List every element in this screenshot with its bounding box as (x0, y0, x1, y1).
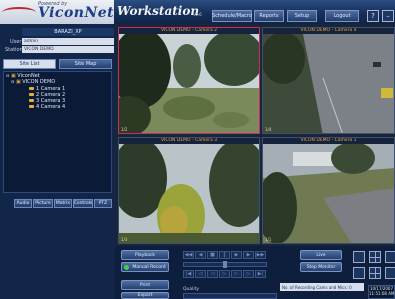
collapse-icon[interactable]: ⊟ (6, 73, 9, 78)
tab-ptz[interactable]: PTZ (94, 199, 112, 208)
tab-audio[interactable]: Audio (14, 199, 32, 208)
site-icon: ▣ (15, 79, 21, 85)
slow-forward-icon[interactable]: ▷ (231, 270, 242, 278)
user-label: User (10, 39, 22, 45)
manual-record-button[interactable]: Manual Record (121, 262, 169, 272)
stop-monitor-button[interactable]: Stop Monitor (300, 262, 342, 272)
vicon-logo: Powered by ViconNet (0, 0, 114, 24)
stop-icon[interactable]: ■ (207, 251, 218, 259)
layout-4x4-icon[interactable] (369, 267, 381, 279)
pause-icon[interactable]: ‖ (219, 251, 230, 259)
layout-1-plus-5-icon[interactable] (353, 267, 365, 279)
camera-badge: 1/2 (121, 127, 128, 132)
camera-view-3[interactable]: VICON DEMO - Camera 3 1/3 (118, 137, 260, 244)
slow-back-icon[interactable]: ◁ (195, 270, 206, 278)
frame-forward-icon[interactable]: ▷ (219, 270, 230, 278)
app-title: Workstation (117, 4, 200, 18)
tab-site-list[interactable]: Site List (3, 59, 56, 69)
jump-end-icon[interactable]: ▶| (255, 270, 266, 278)
step-back-icon[interactable]: ◀ (195, 251, 206, 259)
camera-icon (29, 99, 34, 102)
collapse-icon[interactable]: ⊟ (11, 79, 14, 84)
fast-next-icon[interactable]: ▷ (243, 270, 254, 278)
manual-record-label: Manual Record (132, 264, 166, 270)
timeline-thumb[interactable] (223, 261, 227, 268)
tree-camera-label: 4 Camera 4 (36, 104, 66, 110)
tab-site-map[interactable]: Site Map (59, 59, 112, 69)
rewind-icon[interactable]: ◀◀ (183, 251, 194, 259)
camera-3-feed (119, 138, 259, 243)
clock-display: 10/17/2007 11:51:08 AM (368, 285, 395, 299)
app-version: v1.6 (193, 12, 202, 17)
record-indicator-icon (124, 264, 130, 270)
print-button[interactable]: Print (121, 280, 169, 290)
clock-time: 11:51:08 AM (369, 291, 394, 296)
tab-controls[interactable]: Controls (73, 199, 93, 208)
recording-count: No. of Recording Cams and Mics: 0 (280, 283, 364, 291)
playback-button[interactable]: Playback (121, 250, 169, 260)
frame-back-icon[interactable]: ◁ (207, 270, 218, 278)
reports-button[interactable]: Reports (254, 10, 284, 22)
user-field[interactable]: admin (22, 38, 114, 45)
tab-matrix[interactable]: Matrix (54, 199, 72, 208)
tree-site[interactable]: ⊟ ▣ VICON DEMO (11, 79, 55, 85)
fast-forward-icon[interactable]: ▶▶ (255, 251, 266, 259)
camera-icon (29, 93, 34, 96)
camera-badge: 1/1 (265, 237, 272, 242)
live-button[interactable]: Live (300, 250, 342, 260)
tree-site-label: VICON DEMO (22, 79, 56, 85)
server-name: BARAZI_XP (22, 28, 114, 36)
schedule-macro-button[interactable]: Schedule/Macro (212, 10, 252, 22)
camera-1-feed (263, 138, 394, 243)
quality-label: Quality (183, 287, 200, 292)
minimize-icon[interactable]: – (382, 10, 394, 22)
station-label: Station (5, 47, 23, 53)
step-forward-icon[interactable]: ▶ (243, 251, 254, 259)
camera-view-1[interactable]: VICON DEMO - Camera 1 1/1 (262, 137, 395, 244)
tab-picture[interactable]: Picture (33, 199, 53, 208)
playback-controls: ◀◀ ◀ ■ ‖ ▶ ▶ ▶▶ |◀ ◁ ◁ ▷ ▷ ▷ ▶| (183, 251, 277, 281)
logo-text: ViconNet (38, 5, 115, 21)
quality-selector[interactable] (183, 293, 277, 299)
camera-view-4[interactable]: VICON DEMO - Camera 4 1/4 (262, 27, 395, 134)
play-icon[interactable]: ▶ (231, 251, 242, 259)
camera-title: VICON DEMO - Camera 2 (119, 28, 259, 34)
camera-icon (29, 105, 34, 108)
camera-badge: 1/4 (265, 127, 272, 132)
station-field[interactable]: VICON DEMO (22, 46, 114, 53)
tree-camera-4[interactable]: 4 Camera 4 (29, 104, 65, 110)
camera-view-2[interactable]: VICON DEMO - Camera 2 1/2 (118, 27, 260, 134)
logo-swoosh-icon (2, 7, 36, 18)
layout-custom-icon[interactable] (385, 267, 395, 279)
logout-button[interactable]: Logout (325, 10, 359, 22)
help-icon[interactable]: ? (367, 10, 379, 22)
camera-2-feed (119, 28, 259, 133)
setup-button[interactable]: Setup (287, 10, 317, 22)
layout-2x2-icon[interactable] (369, 251, 381, 263)
layout-3x3-icon[interactable] (385, 251, 395, 263)
camera-title: VICON DEMO - Camera 1 (263, 138, 394, 144)
camera-4-feed (263, 28, 394, 133)
camera-title: VICON DEMO - Camera 4 (263, 28, 394, 34)
export-button[interactable]: Export (121, 292, 169, 299)
camera-badge: 1/3 (121, 237, 128, 242)
camera-icon (29, 87, 34, 90)
layout-1x1-icon[interactable] (353, 251, 365, 263)
jump-start-icon[interactable]: |◀ (183, 270, 194, 278)
camera-title: VICON DEMO - Camera 3 (119, 138, 259, 144)
